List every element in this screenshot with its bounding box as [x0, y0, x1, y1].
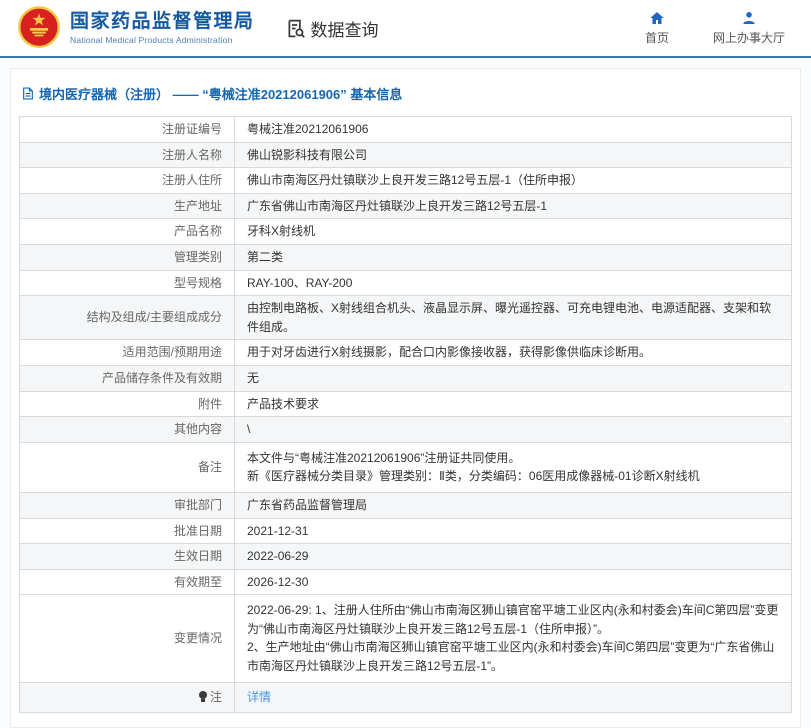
table-row: 注册人名称 佛山锐影科技有限公司	[19, 141, 792, 169]
row-value: 粤械注准20212061906	[234, 116, 792, 143]
row-label: 审批部门	[19, 491, 235, 519]
user-icon	[743, 12, 755, 24]
table-row: 适用范围/预期用途 用于对牙齿进行X射线摄影，配合口内影像接收器，获得影像供临床诊…	[19, 339, 792, 366]
row-value: 本文件与“粤械注准20212061906”注册证共同使用。 新《医疗器械分类目录…	[234, 441, 792, 493]
table-row: 结构及组成/主要组成成分 由控制电路板、X射线组合机头、液晶显示屏、曝光遥控器、可…	[19, 295, 792, 341]
row-label: 有效期至	[19, 568, 235, 596]
data-query-nav[interactable]: 数据查询	[285, 16, 379, 41]
table-row: 型号规格 RAY-100、RAY-200	[19, 269, 792, 297]
row-value: 无	[234, 364, 792, 392]
nav-service-hall-label: 网上办事大厅	[712, 31, 785, 45]
table-row: 注册证编号 粤械注准20212061906	[19, 116, 792, 143]
row-label: 适用范围/预期用途	[19, 339, 235, 366]
table-row: 备注 本文件与“粤械注准20212061906”注册证共同使用。 新《医疗器械分类…	[19, 441, 792, 493]
document-search-icon	[288, 19, 305, 38]
content-panel: 境内医疗器械（注册） —— “粤械注准20212061906” 基本信息 注册证…	[10, 68, 801, 728]
agency-logo: 国家药品监督管理局 National Medical Products Admi…	[17, 6, 255, 50]
row-label: 批准日期	[19, 517, 235, 545]
row-value: 2022-06-29	[234, 543, 792, 570]
row-label: 注册人名称	[19, 141, 235, 169]
row-value: 牙科X射线机	[234, 218, 792, 245]
table-row: 有效期至 2026-12-30	[19, 568, 792, 596]
header-nav: 首页 网上办事大厅	[637, 10, 785, 46]
file-icon	[23, 87, 33, 100]
note-bulb-icon	[199, 690, 208, 702]
row-value: \	[234, 416, 792, 443]
table-row: 注册人住所 佛山市南海区丹灶镇联沙上良开发三路12号五层-1（住所申报）	[19, 167, 792, 194]
table-row: 批准日期 2021-12-31	[19, 517, 792, 545]
table-row: 附件 产品技术要求	[19, 390, 792, 418]
row-label: 附件	[19, 390, 235, 418]
row-value: 产品技术要求	[234, 390, 792, 418]
table-row: 产品名称 牙科X射线机	[19, 218, 792, 245]
agency-name: 国家药品监督管理局 National Medical Products Admi…	[70, 11, 255, 45]
row-label: 注册人住所	[19, 167, 235, 194]
row-label: 注	[19, 681, 235, 713]
row-label: 生产地址	[19, 192, 235, 220]
row-label: 生效日期	[19, 543, 235, 570]
agency-name-zh: 国家药品监督管理局	[70, 11, 255, 33]
table-row: 注详情	[19, 681, 792, 713]
row-value: 佛山锐影科技有限公司	[234, 141, 792, 169]
nav-service-hall[interactable]: 网上办事大厅	[713, 10, 785, 46]
row-value: 2022-06-29: 1、注册人住所由“佛山市南海区狮山镇官窑平塘工业区内(永…	[234, 594, 792, 683]
row-label: 结构及组成/主要组成成分	[19, 295, 235, 341]
registration-info-table: 注册证编号 粤械注准20212061906 注册人名称 佛山锐影科技有限公司 注册人住所…	[19, 116, 792, 713]
row-value: 2021-12-31	[234, 517, 792, 545]
row-value: RAY-100、RAY-200	[234, 269, 792, 297]
row-label: 产品储存条件及有效期	[19, 364, 235, 392]
table-row: 其他内容 \	[19, 416, 792, 443]
row-value: 佛山市南海区丹灶镇联沙上良开发三路12号五层-1（住所申报）	[234, 167, 792, 194]
table-row: 生效日期 2022-06-29	[19, 543, 792, 570]
table-row: 生产地址 广东省佛山市南海区丹灶镇联沙上良开发三路12号五层-1	[19, 192, 792, 220]
table-row: 审批部门 广东省药品监督管理局	[19, 491, 792, 519]
row-value: 广东省佛山市南海区丹灶镇联沙上良开发三路12号五层-1	[234, 192, 792, 220]
agency-name-en: National Medical Products Administration	[70, 34, 233, 45]
detail-link[interactable]: 详情	[247, 690, 271, 704]
row-label: 产品名称	[19, 218, 235, 245]
row-value: 由控制电路板、X射线组合机头、液晶显示屏、曝光遥控器、可充电锂电池、电源适配器、…	[234, 295, 792, 341]
page-title: 境内医疗器械（注册） —— “粤械注准20212061906” 基本信息	[19, 78, 792, 116]
row-value: 用于对牙齿进行X射线摄影，配合口内影像接收器，获得影像供临床诊断用。	[234, 339, 792, 366]
row-value: 详情	[234, 681, 792, 713]
row-label: 管理类别	[19, 243, 235, 271]
site-header: 国家药品监督管理局 National Medical Products Admi…	[0, 0, 811, 58]
row-label: 备注	[19, 441, 235, 493]
table-row: 产品储存条件及有效期无	[19, 364, 792, 392]
home-icon	[650, 12, 664, 24]
nav-home[interactable]: 首页	[637, 10, 677, 46]
row-value: 第二类	[234, 243, 792, 271]
row-label: 其他内容	[19, 416, 235, 443]
row-value: 2026-12-30	[234, 568, 792, 596]
row-label: 型号规格	[19, 269, 235, 297]
national-emblem-icon	[18, 6, 60, 48]
row-label: 变更情况	[19, 594, 235, 683]
row-label: 注册证编号	[19, 116, 235, 143]
row-value: 广东省药品监督管理局	[234, 491, 792, 519]
table-row: 管理类别 第二类	[19, 243, 792, 271]
data-query-label: 数据查询	[310, 20, 379, 40]
table-row: 变更情况 2022-06-29: 1、注册人住所由“佛山市南海区狮山镇官窑平塘工业…	[19, 594, 792, 683]
nav-home-label: 首页	[644, 31, 669, 45]
info-table-body: 注册证编号 粤械注准20212061906 注册人名称 佛山锐影科技有限公司 注册人住所…	[19, 116, 792, 713]
page-title-text: 境内医疗器械（注册） —— “粤械注准20212061906” 基本信息	[39, 87, 403, 102]
